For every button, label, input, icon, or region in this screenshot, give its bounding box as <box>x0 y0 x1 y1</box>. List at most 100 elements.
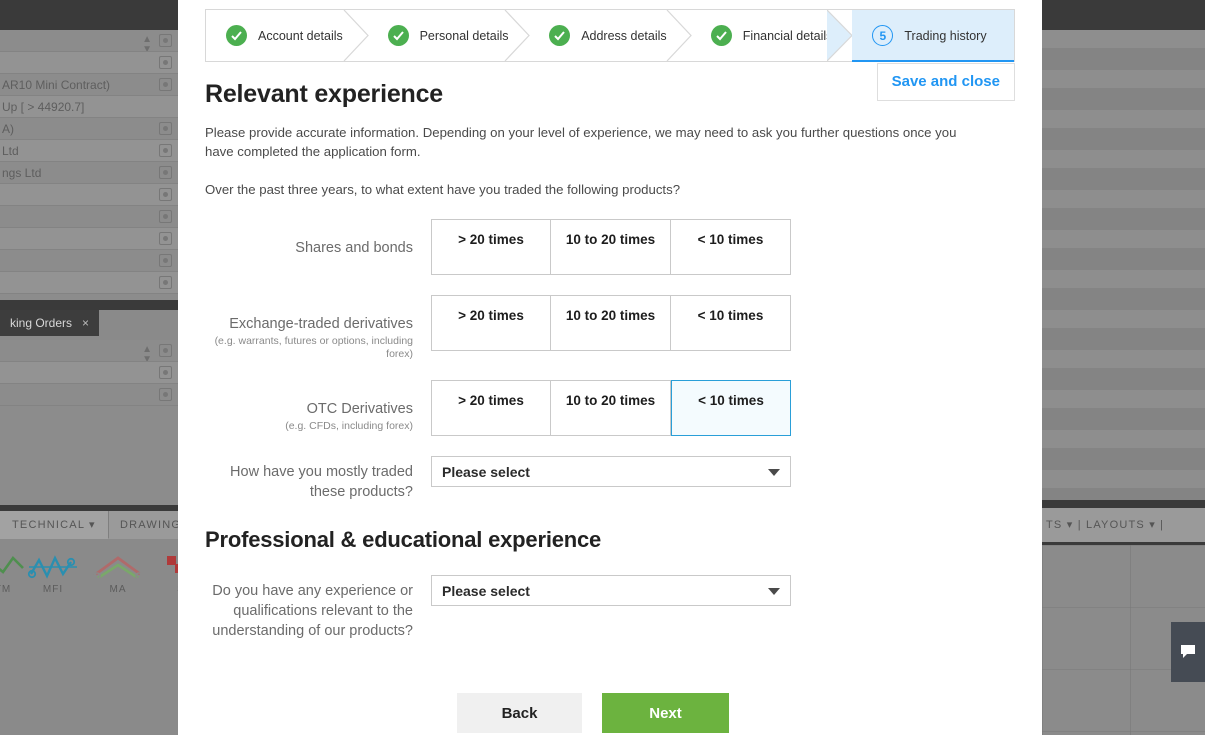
option-lt-10-times[interactable]: < 10 times <box>671 219 791 275</box>
trade-method-row: How have you mostly traded these product… <box>205 456 1015 502</box>
background-indicator-mfi-label: MFI <box>43 584 63 595</box>
trade-method-label: How have you mostly traded these product… <box>205 456 431 502</box>
stepper-step-personal-details[interactable]: Personal details <box>368 10 530 61</box>
stepper-step-label: Address details <box>581 29 666 43</box>
trade-method-value: Please select <box>442 464 530 480</box>
qualifications-label: Do you have any experience or qualificat… <box>205 575 431 641</box>
indicator-ma-icon <box>89 550 147 584</box>
background-indicator-ma-label: MA <box>110 584 127 595</box>
record-icon <box>159 144 172 157</box>
stepper-step-label: Financial details <box>743 29 833 43</box>
background-row: ▲▼ <box>0 30 178 52</box>
background-indicator-mfi: MFI <box>24 550 82 595</box>
background-row: ngs Ltd <box>0 162 178 184</box>
option-gt-20-times[interactable]: > 20 times <box>431 295 551 351</box>
product-label-text: OTC Derivatives <box>307 401 413 417</box>
stepper-chevron-icon <box>666 10 692 61</box>
record-icon <box>159 366 172 379</box>
background-row: A) <box>0 118 178 140</box>
check-circle-icon <box>388 25 409 46</box>
stepper-step-label: Trading history <box>904 29 986 43</box>
background-row-label: Ltd <box>2 144 19 158</box>
background-tab-label: king Orders <box>10 316 72 330</box>
background-row <box>0 384 178 406</box>
chat-widget[interactable] <box>1171 622 1205 682</box>
background-row <box>0 228 178 250</box>
stepper-step-financial-details[interactable]: Financial details <box>691 10 853 61</box>
background-tab-technical: TECHNICAL ▾ <box>0 511 109 539</box>
background-divider <box>0 300 178 310</box>
option-10-to-20-times[interactable]: 10 to 20 times <box>551 219 671 275</box>
check-circle-icon <box>549 25 570 46</box>
chevron-down-icon <box>768 588 780 595</box>
option-gt-20-times[interactable]: > 20 times <box>431 219 551 275</box>
background-tab-working-orders: king Orders × <box>0 310 99 336</box>
background-tab-technical-label: TECHNICAL <box>12 519 85 531</box>
background-order-list: ▲▼ AR10 Mini Contract) Up [ > 44920.7] A) L… <box>0 30 178 300</box>
stepper-step-account-details[interactable]: Account details <box>206 10 368 61</box>
product-row-shares-and-bonds: Shares and bonds > 20 times 10 to 20 tim… <box>205 219 1015 275</box>
next-button[interactable]: Next <box>602 693 729 733</box>
option-10-to-20-times[interactable]: 10 to 20 times <box>551 380 671 436</box>
background-toolbar-edge-right <box>1042 500 1205 508</box>
product-label-text: Exchange-traded derivatives <box>229 316 413 332</box>
check-circle-icon <box>711 25 732 46</box>
option-lt-10-times[interactable]: < 10 times <box>671 295 791 351</box>
background-row <box>0 184 178 206</box>
product-label-hint: (e.g. warrants, futures or options, incl… <box>205 335 413 360</box>
background-row: AR10 Mini Contract) <box>0 74 178 96</box>
form-actions: Back Next <box>205 693 1015 733</box>
stepper-step-label: Personal details <box>420 29 509 43</box>
product-label: Exchange-traded derivatives (e.g. warran… <box>205 295 431 360</box>
record-icon <box>159 388 172 401</box>
option-10-to-20-times[interactable]: 10 to 20 times <box>551 295 671 351</box>
record-icon <box>159 232 172 245</box>
stepper-chevron-icon <box>343 10 369 61</box>
chevron-down-icon: ▾ <box>89 519 96 531</box>
background-row <box>0 206 178 228</box>
qualifications-value: Please select <box>442 583 530 599</box>
product-row-exchange-traded-derivatives: Exchange-traded derivatives (e.g. warran… <box>205 295 1015 360</box>
trade-method-select[interactable]: Please select <box>431 456 791 487</box>
stepper-step-label: Account details <box>258 29 343 43</box>
record-icon <box>159 254 172 267</box>
stepper-step-trading-history[interactable]: 5 Trading history <box>852 10 1014 61</box>
qualifications-select[interactable]: Please select <box>431 575 791 606</box>
option-lt-10-times[interactable]: < 10 times <box>671 380 791 436</box>
check-circle-icon <box>226 25 247 46</box>
background-row <box>0 272 178 294</box>
save-and-close-label: Save and close <box>892 73 1000 90</box>
option-gt-20-times[interactable]: > 20 times <box>431 380 551 436</box>
section-title-professional-education: Professional & educational experience <box>205 527 1015 553</box>
background-row-label: A) <box>2 122 14 136</box>
close-icon: × <box>82 316 89 330</box>
back-button[interactable]: Back <box>457 693 582 733</box>
record-icon <box>159 188 172 201</box>
product-label-text: Shares and bonds <box>295 240 413 256</box>
qualifications-row: Do you have any experience or qualificat… <box>205 575 1015 641</box>
record-icon <box>159 122 172 135</box>
indicator-mfi-icon <box>24 550 82 584</box>
record-icon <box>159 34 172 47</box>
background-row <box>0 362 178 384</box>
background-row-label: AR10 Mini Contract) <box>2 78 110 92</box>
background-row: Ltd <box>0 140 178 162</box>
stepper-step-address-details[interactable]: Address details <box>529 10 691 61</box>
background-chart-toolbar: TECHNICAL ▾ DRAWING <box>0 511 178 539</box>
save-and-close-button[interactable]: Save and close <box>877 63 1015 101</box>
background-right-toolbar: TS ▾ | LAYOUTS ▾ | <box>1042 508 1205 542</box>
background-row: ▲▼ <box>0 340 178 362</box>
background-tab-drawing-label: DRAWING <box>120 519 181 531</box>
option-group: > 20 times 10 to 20 times < 10 times <box>431 380 791 436</box>
background-panel-lower: ▲▼ <box>0 340 178 505</box>
background-indicator-tm-label: TM <box>0 584 11 595</box>
record-icon <box>159 276 172 289</box>
chevron-down-icon <box>768 469 780 476</box>
background-row-label: Up [ > 44920.7] <box>2 100 84 114</box>
intro-text: Please provide accurate information. Dep… <box>205 123 975 161</box>
background-row <box>0 52 178 74</box>
record-icon <box>159 78 172 91</box>
option-group: > 20 times 10 to 20 times < 10 times <box>431 295 791 360</box>
spinner-icon: ▲▼ <box>142 35 152 52</box>
background-row-label: ngs Ltd <box>2 166 41 180</box>
